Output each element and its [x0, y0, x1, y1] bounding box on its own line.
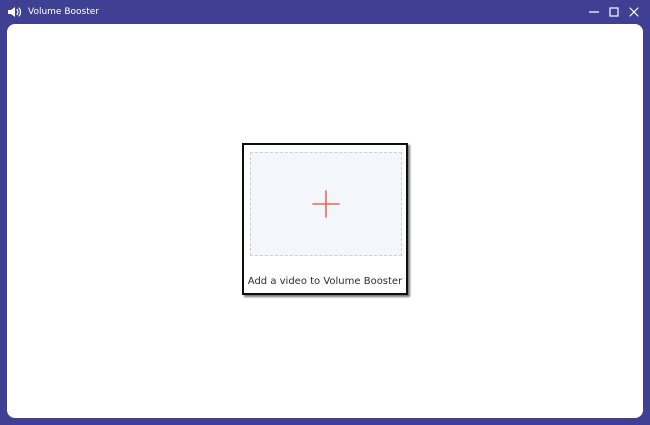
window-title: Volume Booster	[28, 7, 99, 17]
maximize-icon	[608, 3, 620, 22]
title-group: Volume Booster	[7, 4, 99, 20]
close-icon	[628, 3, 640, 22]
app-window: Volume Booster Add a video to Volume Boo…	[0, 0, 650, 425]
plus-icon	[310, 188, 342, 220]
main-content: Add a video to Volume Booster	[7, 24, 643, 418]
maximize-button[interactable]	[604, 2, 624, 22]
window-controls	[584, 2, 644, 22]
minimize-icon	[588, 3, 600, 22]
minimize-button[interactable]	[584, 2, 604, 22]
title-bar[interactable]: Volume Booster	[0, 0, 650, 24]
add-video-card[interactable]: Add a video to Volume Booster	[242, 143, 408, 295]
video-drop-area[interactable]	[250, 152, 402, 256]
speaker-icon	[7, 4, 23, 20]
close-button[interactable]	[624, 2, 644, 22]
add-video-label: Add a video to Volume Booster	[247, 276, 403, 287]
